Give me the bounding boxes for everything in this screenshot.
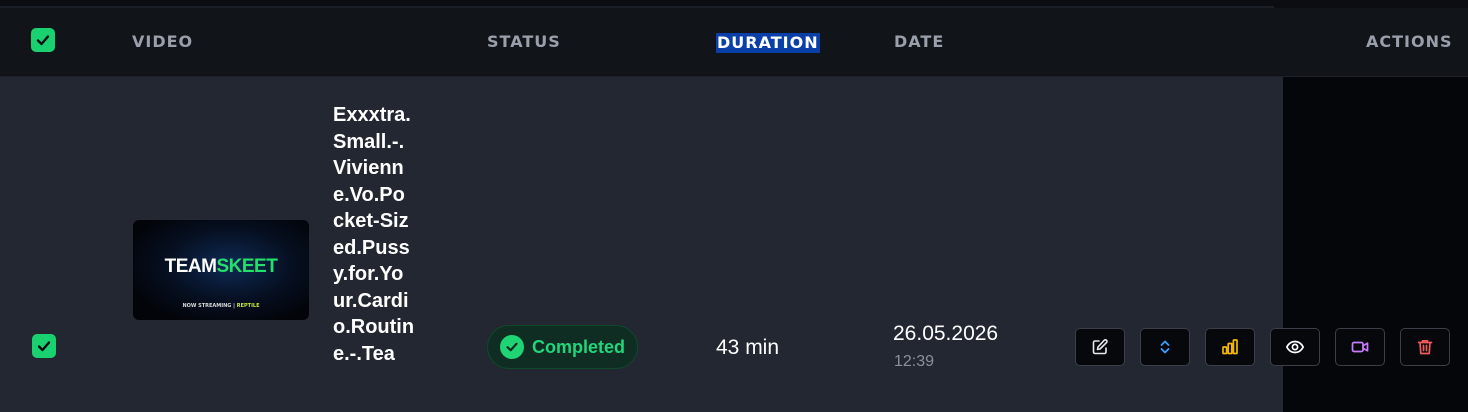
edit-button[interactable] — [1075, 328, 1125, 366]
stats-button[interactable] — [1205, 328, 1255, 366]
check-icon — [37, 341, 51, 352]
time-value: 12:39 — [894, 353, 935, 370]
delete-button[interactable] — [1400, 328, 1450, 366]
video-camera-icon — [1351, 341, 1369, 353]
select-all-checkbox[interactable] — [31, 28, 55, 52]
video-thumbnail[interactable]: TEAMSKEET NOW STREAMING | REPTILE — [133, 220, 309, 320]
stats-icon — [1222, 339, 1238, 355]
duration-value: 43 min — [716, 336, 780, 359]
column-header-status[interactable]: STATUS — [487, 8, 561, 76]
thumbnail-caption: NOW STREAMING | REPTILE — [182, 303, 260, 309]
view-button[interactable] — [1270, 328, 1320, 366]
eye-icon — [1285, 340, 1305, 354]
video-button[interactable] — [1335, 328, 1385, 366]
column-header-duration[interactable]: DURATION — [716, 8, 820, 76]
trash-icon — [1417, 339, 1433, 355]
video-title[interactable]: Exxxtra.Small.-.Vivienne.Vo.Pocket-Sized… — [333, 102, 415, 412]
check-icon — [36, 35, 50, 46]
edit-icon — [1092, 339, 1108, 355]
status-label: Completed — [532, 336, 626, 357]
sort-icon — [1160, 340, 1170, 354]
column-header-video[interactable]: VIDEO — [132, 8, 193, 76]
column-header-actions: ACTIONS — [1366, 32, 1453, 51]
thumbnail-brand-logo: TEAMSKEET — [164, 256, 278, 277]
status-badge: Completed — [487, 325, 639, 369]
column-header-duration-label: DURATION — [716, 32, 820, 53]
top-border — [0, 0, 1468, 8]
row-select-checkbox[interactable] — [32, 334, 56, 358]
column-header-date[interactable]: DATE — [894, 8, 944, 76]
reorder-button[interactable] — [1140, 328, 1190, 366]
date-value: 26.05.2026 — [893, 322, 999, 345]
table-header: VIDEO STATUS DURATION DATE ACTIONS — [0, 8, 1468, 77]
check-circle-icon — [500, 335, 524, 359]
